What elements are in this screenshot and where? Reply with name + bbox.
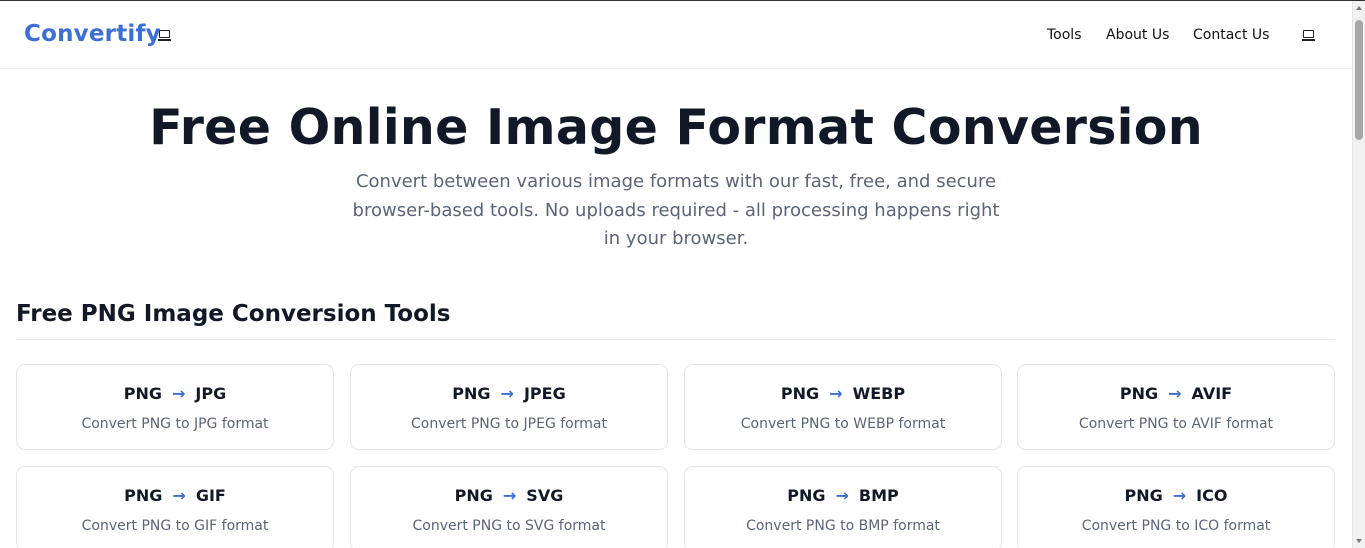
from-format: PNG [780,384,820,403]
arrow-right-icon: → [829,384,843,403]
tool-card-png-ico[interactable]: PNG → ICO Convert PNG to ICO format [1017,466,1335,548]
to-format: SVG [526,486,564,505]
tool-card-heading: PNG → ICO [1018,486,1334,505]
page: Convertify Tools About Us Contact Us Fre… [0,1,1352,548]
arrow-right-icon: → [1172,486,1187,505]
logo-link[interactable]: Convertify [24,21,161,47]
tool-card-description: Convert PNG to JPEG format [411,416,607,432]
from-format: PNG [454,486,493,505]
arrow-right-icon: → [172,486,186,505]
to-format: AVIF [1191,384,1233,403]
tool-card-heading: PNG → SVG [351,486,667,505]
to-format: GIF [195,486,226,505]
to-format: JPG [195,384,227,403]
tool-card-heading: PNG → JPG [17,384,333,403]
from-format: PNG [1124,486,1163,505]
tool-card-png-webp[interactable]: PNG → WEBP Convert PNG to WEBP format [684,364,1002,450]
tool-card-heading: PNG → JPEG [351,384,667,403]
section-title: Free PNG Image Conversion Tools [16,301,451,327]
tool-card-description: Convert PNG to WEBP format [740,416,946,432]
laptop-icon [158,30,171,41]
scroll-up-icon[interactable] [1356,6,1362,10]
arrow-right-icon: → [835,486,849,505]
tool-card-png-jpeg[interactable]: PNG → JPEG Convert PNG to JPEG format [350,364,668,450]
page-subtitle: Convert between various image formats wi… [352,171,1000,249]
tool-card-png-svg[interactable]: PNG → SVG Convert PNG to SVG format [350,466,668,548]
scroll-thumb[interactable] [1355,20,1363,140]
nav-about-link[interactable]: About Us [1106,27,1169,43]
arrow-right-icon: → [500,384,514,403]
arrow-right-icon: → [172,384,186,403]
page-scrollbar[interactable] [1352,1,1365,548]
nav-tools-link[interactable]: Tools [1047,27,1082,43]
from-format: PNG [452,384,491,403]
arrow-right-icon: → [502,486,517,505]
tool-card-heading: PNG → GIF [17,486,333,505]
to-format: JPEG [523,384,566,403]
theme-toggle-laptop-icon[interactable] [1302,30,1315,41]
tool-card-description: Convert PNG to GIF format [81,518,269,534]
section-divider [16,339,1335,340]
to-format: WEBP [852,384,906,403]
tool-card-description: Convert PNG to JPG format [81,416,269,432]
scroll-down-icon[interactable] [1356,539,1362,543]
from-format: PNG [1119,384,1159,403]
tool-card-png-avif[interactable]: PNG → AVIF Convert PNG to AVIF format [1017,364,1335,450]
tool-card-heading: PNG → WEBP [685,384,1001,403]
tool-card-description: Convert PNG to SVG format [412,518,606,534]
page-title: Free Online Image Format Conversion [149,99,1203,156]
nav-contact-link[interactable]: Contact Us [1193,27,1269,43]
tool-card-png-jpg[interactable]: PNG → JPG Convert PNG to JPG format [16,364,334,450]
tool-card-png-gif[interactable]: PNG → GIF Convert PNG to GIF format [16,466,334,548]
tool-card-png-bmp[interactable]: PNG → BMP Convert PNG to BMP format [684,466,1002,548]
arrow-right-icon: → [1168,384,1182,403]
to-format: ICO [1196,486,1228,505]
site-header: Convertify Tools About Us Contact Us [0,1,1352,69]
tool-card-heading: PNG → AVIF [1018,384,1334,403]
from-format: PNG [123,384,163,403]
tool-card-description: Convert PNG to AVIF format [1078,416,1274,432]
tool-card-description: Convert PNG to ICO format [1081,518,1271,534]
from-format: PNG [124,486,163,505]
tool-card-description: Convert PNG to BMP format [746,518,940,534]
tool-card-heading: PNG → BMP [685,486,1001,505]
to-format: BMP [858,486,899,505]
from-format: PNG [787,486,826,505]
